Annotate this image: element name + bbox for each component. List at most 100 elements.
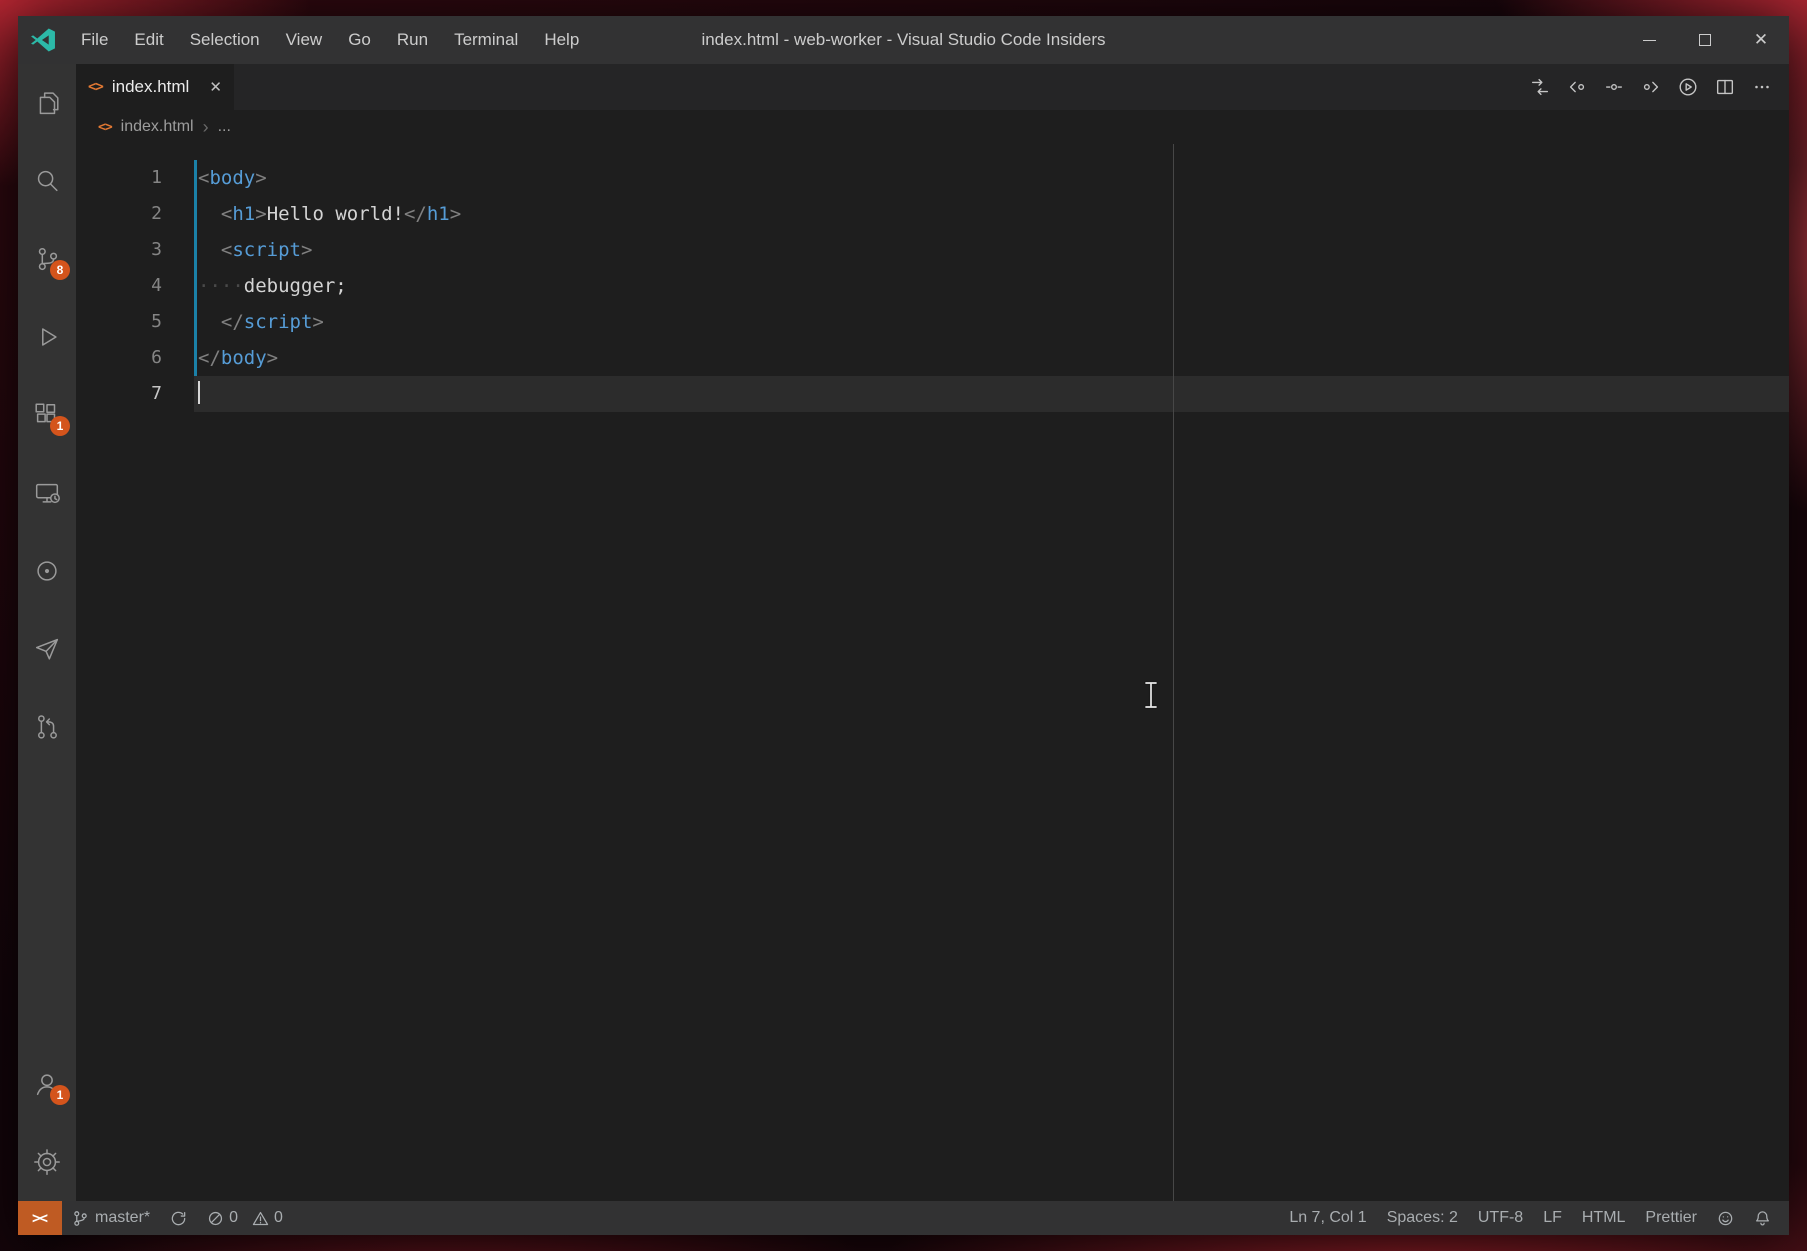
minimize-button[interactable]: [1621, 16, 1677, 64]
git-branch-item[interactable]: master*: [62, 1201, 160, 1235]
maximize-button[interactable]: [1677, 16, 1733, 64]
menu-file[interactable]: File: [68, 16, 121, 64]
tab-close-icon[interactable]: ✕: [209, 78, 222, 96]
tab-strip-empty: [234, 64, 1525, 110]
breadcrumb-file[interactable]: index.html: [121, 118, 194, 136]
open-changes-button[interactable]: [1525, 72, 1555, 102]
encoding-item[interactable]: UTF-8: [1468, 1201, 1533, 1235]
live-share-button[interactable]: [18, 532, 76, 610]
status-bar-spacer: [293, 1201, 1279, 1235]
tab-index-html[interactable]: <> index.html ✕: [76, 64, 234, 110]
errors-count: 0: [229, 1209, 238, 1227]
git-branch-label: master*: [95, 1209, 150, 1227]
window-controls: ✕: [1621, 16, 1789, 64]
warnings-group: 0: [252, 1209, 283, 1227]
eol-item[interactable]: LF: [1533, 1201, 1572, 1235]
more-actions-button[interactable]: [1747, 72, 1777, 102]
warnings-count: 0: [274, 1209, 283, 1227]
line-number: 7: [76, 376, 162, 412]
sync-icon: [170, 1210, 187, 1227]
more-actions-icon: [1751, 76, 1773, 98]
eol-label: LF: [1543, 1209, 1562, 1227]
git-branch-icon: [72, 1210, 89, 1227]
encoding-label: UTF-8: [1478, 1209, 1523, 1227]
notifications-item[interactable]: [1744, 1201, 1781, 1235]
paper-plane-icon: [32, 634, 62, 664]
code-line-1[interactable]: 1<body>: [76, 160, 1789, 196]
maximize-icon: [1699, 34, 1711, 46]
source-control-button[interactable]: 8: [18, 220, 76, 298]
git-modified-indicator: [194, 232, 197, 268]
remote-explorer-button[interactable]: [18, 454, 76, 532]
deploy-button[interactable]: [18, 610, 76, 688]
formatter-label: Prettier: [1645, 1209, 1697, 1227]
menu-terminal[interactable]: Terminal: [441, 16, 531, 64]
line-number: 2: [76, 196, 162, 232]
editor-ruler: [1173, 144, 1174, 1201]
navigate-forward-icon: [1640, 76, 1662, 98]
explorer-icon: [32, 88, 62, 118]
code-line-5[interactable]: 5 </script>: [76, 304, 1789, 340]
formatter-item[interactable]: Prettier: [1635, 1201, 1707, 1235]
sync-changes-item[interactable]: [160, 1201, 197, 1235]
explorer-button[interactable]: [18, 64, 76, 142]
code-text: <body>: [198, 160, 267, 196]
open-changes-icon: [1529, 76, 1551, 98]
warning-icon: [252, 1210, 269, 1227]
indentation-item[interactable]: Spaces: 2: [1377, 1201, 1468, 1235]
menu-help[interactable]: Help: [531, 16, 592, 64]
menu-selection[interactable]: Selection: [177, 16, 273, 64]
extensions-button[interactable]: 1: [18, 376, 76, 454]
code-text: </script>: [198, 304, 324, 340]
gear-icon: [32, 1147, 62, 1177]
editor[interactable]: 1<body>2 <h1>Hello world!</h1>3 <script>…: [76, 144, 1789, 1201]
code-text: ····debugger;: [198, 268, 347, 304]
feedback-item[interactable]: [1707, 1201, 1744, 1235]
settings-button[interactable]: [18, 1123, 76, 1201]
run-and-debug-button[interactable]: [18, 298, 76, 376]
accounts-badge: 1: [50, 1085, 70, 1105]
remote-indicator[interactable]: ><: [18, 1201, 62, 1235]
split-editor-button[interactable]: [1710, 72, 1740, 102]
accounts-button[interactable]: 1: [18, 1045, 76, 1123]
line-number: 5: [76, 304, 162, 340]
breadcrumb-symbol[interactable]: ...: [218, 118, 231, 136]
problems-item[interactable]: 0 0: [197, 1201, 293, 1235]
cursor-position-label: Ln 7, Col 1: [1289, 1209, 1366, 1227]
code-line-4[interactable]: 4····debugger;: [76, 268, 1789, 304]
menu-view[interactable]: View: [273, 16, 336, 64]
navigate-forward-button[interactable]: [1636, 72, 1666, 102]
titlebar[interactable]: File Edit Selection View Go Run Terminal…: [18, 16, 1789, 64]
menu-edit[interactable]: Edit: [121, 16, 176, 64]
git-modified-indicator: [194, 196, 197, 232]
menu-run[interactable]: Run: [384, 16, 441, 64]
code-line-6[interactable]: 6</body>: [76, 340, 1789, 376]
bell-icon: [1754, 1210, 1771, 1227]
navigate-back-button[interactable]: [1562, 72, 1592, 102]
errors-group: 0: [207, 1209, 238, 1227]
code-position-button[interactable]: [1599, 72, 1629, 102]
remote-explorer-icon: [32, 478, 62, 508]
run-file-button[interactable]: [1673, 72, 1703, 102]
error-icon: [207, 1210, 224, 1227]
language-mode-item[interactable]: HTML: [1572, 1201, 1636, 1235]
minimize-icon: [1643, 40, 1656, 41]
github-pull-requests-icon: [32, 712, 62, 742]
cursor-position-item[interactable]: Ln 7, Col 1: [1279, 1201, 1376, 1235]
code-line-3[interactable]: 3 <script>: [76, 232, 1789, 268]
code-text: [198, 376, 200, 412]
code-text: <h1>Hello world!</h1>: [198, 196, 461, 232]
search-button[interactable]: [18, 142, 76, 220]
feedback-icon: [1717, 1210, 1734, 1227]
menu-bar: File Edit Selection View Go Run Terminal…: [68, 16, 592, 64]
activity-bar: 8 1: [18, 64, 76, 1201]
github-pull-requests-button[interactable]: [18, 688, 76, 766]
code-line-7[interactable]: 7: [76, 376, 1789, 412]
close-button[interactable]: ✕: [1733, 16, 1789, 64]
status-bar-right: Ln 7, Col 1 Spaces: 2 UTF-8 LF HTML Pret…: [1279, 1201, 1789, 1235]
menu-go[interactable]: Go: [335, 16, 384, 64]
git-modified-indicator: [194, 376, 197, 412]
code-line-2[interactable]: 2 <h1>Hello world!</h1>: [76, 196, 1789, 232]
code-position-icon: [1603, 76, 1625, 98]
run-file-icon: [1677, 76, 1699, 98]
